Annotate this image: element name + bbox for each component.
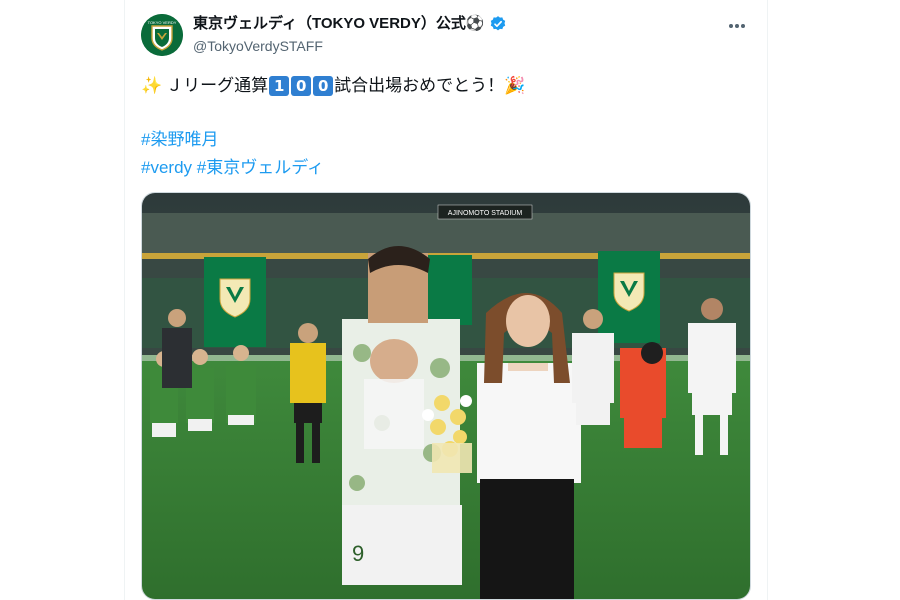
digit-box-1: 1 xyxy=(269,76,290,96)
tweet-text-before: Ｊリーグ通算 xyxy=(166,76,269,95)
jersey-number: 9 xyxy=(352,541,364,566)
stadium-sign: AJINOMOTO STADIUM xyxy=(448,210,523,217)
avatar[interactable]: TOKYO VERDY xyxy=(141,14,183,56)
photo-image: AJINOMOTO STADIUM 9 xyxy=(142,193,750,599)
digit-box-3: 0 xyxy=(313,76,334,96)
avatar-label: TOKYO VERDY xyxy=(148,20,177,25)
tweet-text: ✨ Ｊリーグ通算 1 0 0 試合出場おめでとう！ 🎉 #染野唯月 #verdy… xyxy=(141,72,741,182)
tweet-line-1: ✨ Ｊリーグ通算 1 0 0 試合出場おめでとう！ 🎉 xyxy=(141,72,741,100)
hashtag-verdy[interactable]: #verdy xyxy=(141,158,192,177)
tweet-card: TOKYO VERDY 東京ヴェルディ（TOKYO VERDY）公式⚽ @Tok… xyxy=(124,0,768,600)
page: TOKYO VERDY 東京ヴェルディ（TOKYO VERDY）公式⚽ @Tok… xyxy=(0,0,900,600)
tweet-photo[interactable]: AJINOMOTO STADIUM 9 xyxy=(141,192,751,600)
club-crest-icon: TOKYO VERDY xyxy=(141,14,183,56)
handle[interactable]: @TokyoVerdySTAFF xyxy=(193,36,507,56)
sparkle-icon: ✨ xyxy=(141,76,163,95)
display-name[interactable]: 東京ヴェルディ（TOKYO VERDY）公式⚽ xyxy=(193,14,485,34)
tweet-text-after: 試合出場おめでとう！ xyxy=(334,76,505,95)
more-options-button[interactable] xyxy=(725,16,749,36)
hashtag-tokyo-verdy[interactable]: #東京ヴェルディ xyxy=(197,158,324,177)
tweet-header: 東京ヴェルディ（TOKYO VERDY）公式⚽ @TokyoVerdySTAFF xyxy=(193,14,507,56)
hashtag-player[interactable]: #染野唯月 xyxy=(141,130,218,149)
digit-box-2: 0 xyxy=(291,76,312,96)
verified-badge-icon xyxy=(489,15,507,33)
party-popper-icon: 🎉 xyxy=(504,76,526,95)
more-dots-icon xyxy=(729,24,745,28)
